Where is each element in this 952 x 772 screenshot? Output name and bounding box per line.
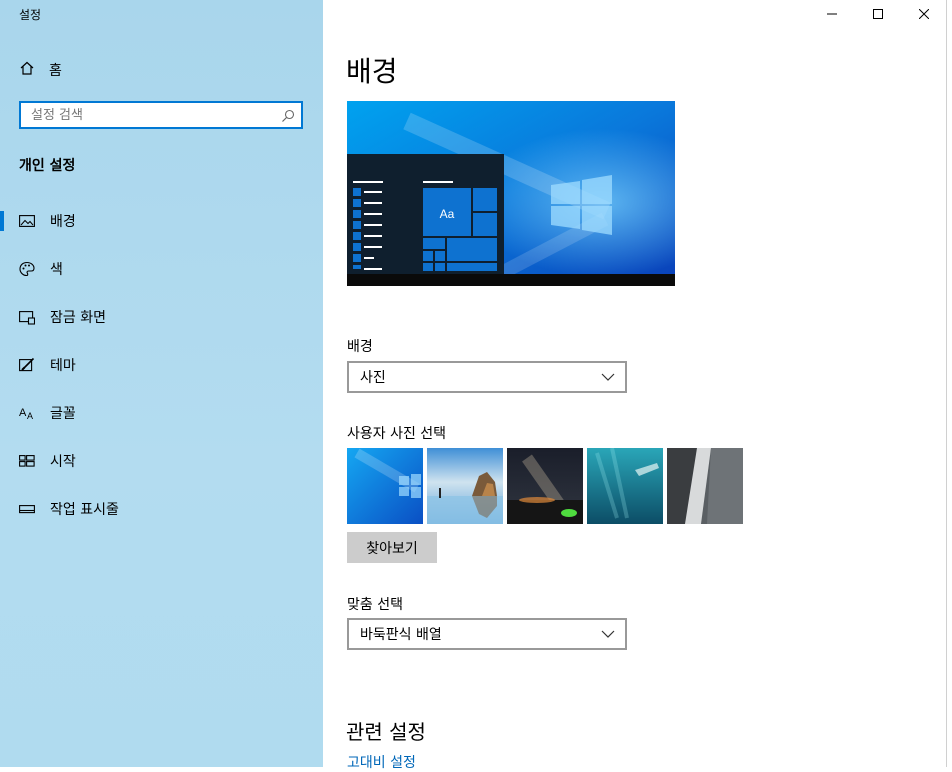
home-icon xyxy=(19,60,35,80)
picture-thumbnail-windows[interactable] xyxy=(347,448,423,524)
preview-tile-text: Aa xyxy=(440,207,455,221)
lock-screen-icon xyxy=(19,309,35,325)
picture-icon xyxy=(19,213,35,229)
picture-thumbnail-beach[interactable] xyxy=(427,448,503,524)
maximize-button[interactable] xyxy=(855,0,901,28)
sidebar-item-theme[interactable]: 테마 xyxy=(0,345,323,385)
section-title: 개인 설정 xyxy=(19,158,76,174)
window-title: 설정 xyxy=(19,8,42,22)
maximize-icon xyxy=(873,9,883,19)
palette-icon xyxy=(19,261,35,277)
sidebar-item-taskbar[interactable]: 작업 표시줄 xyxy=(0,489,323,529)
sidebar-item-label: 배경 xyxy=(50,214,76,230)
background-preview: Aa xyxy=(347,101,675,286)
taskbar-icon xyxy=(19,501,35,517)
chevron-down-icon xyxy=(601,373,615,381)
related-settings-title: 관련 설정 xyxy=(346,720,426,744)
svg-text:A: A xyxy=(27,411,33,420)
close-button[interactable] xyxy=(901,0,947,28)
home-label: 홈 xyxy=(49,63,62,79)
browse-button[interactable]: 찾아보기 xyxy=(347,532,437,563)
search-icon[interactable] xyxy=(281,108,295,122)
page-title: 배경 xyxy=(346,55,398,88)
search-input[interactable] xyxy=(21,103,281,127)
sidebar-item-font[interactable]: AA 글꼴 xyxy=(0,393,323,433)
search-box[interactable] xyxy=(19,101,303,129)
picture-thumbnail-night-sky[interactable] xyxy=(507,448,583,524)
main-content: 배경 Aa 배경 사진 사용자 사진 선택 찾아보기 맞춤 선택 바둑판식 배열… xyxy=(323,0,952,771)
background-dropdown-value: 사진 xyxy=(360,370,386,386)
background-label: 배경 xyxy=(347,339,373,355)
sidebar-item-label: 시작 xyxy=(50,454,76,470)
home-nav-item[interactable]: 홈 xyxy=(19,60,62,80)
picture-thumbnail-underwater[interactable] xyxy=(587,448,663,524)
picture-thumbnails xyxy=(347,448,743,524)
minimize-icon xyxy=(827,13,837,15)
close-icon xyxy=(919,9,929,19)
sidebar: 설정 홈 개인 설정 배경 색 잠금 화면 테마 xyxy=(0,0,323,767)
fit-dropdown[interactable]: 바둑판식 배열 xyxy=(347,618,627,650)
sidebar-item-label: 작업 표시줄 xyxy=(50,502,119,518)
sidebar-item-label: 테마 xyxy=(50,358,76,374)
theme-icon xyxy=(19,357,35,373)
high-contrast-settings-link[interactable]: 고대비 설정 xyxy=(347,752,416,772)
fit-dropdown-value: 바둑판식 배열 xyxy=(360,627,442,643)
chevron-down-icon xyxy=(601,630,615,638)
sidebar-item-label: 잠금 화면 xyxy=(50,310,106,326)
picture-thumbnail-waterfall[interactable] xyxy=(667,448,743,524)
sidebar-item-label: 색 xyxy=(50,262,63,278)
start-icon xyxy=(19,453,35,469)
choose-picture-label: 사용자 사진 선택 xyxy=(347,426,447,442)
sidebar-item-background[interactable]: 배경 xyxy=(0,201,323,241)
sidebar-item-color[interactable]: 색 xyxy=(0,249,323,289)
sidebar-item-label: 글꼴 xyxy=(50,406,76,422)
sidebar-item-lock-screen[interactable]: 잠금 화면 xyxy=(0,297,323,337)
svg-text:A: A xyxy=(19,407,27,419)
minimize-button[interactable] xyxy=(809,0,855,28)
font-icon: AA xyxy=(19,405,35,421)
fit-label: 맞춤 선택 xyxy=(347,597,403,613)
sidebar-item-start[interactable]: 시작 xyxy=(0,441,323,481)
right-edge-divider xyxy=(946,0,952,767)
background-dropdown[interactable]: 사진 xyxy=(347,361,627,393)
